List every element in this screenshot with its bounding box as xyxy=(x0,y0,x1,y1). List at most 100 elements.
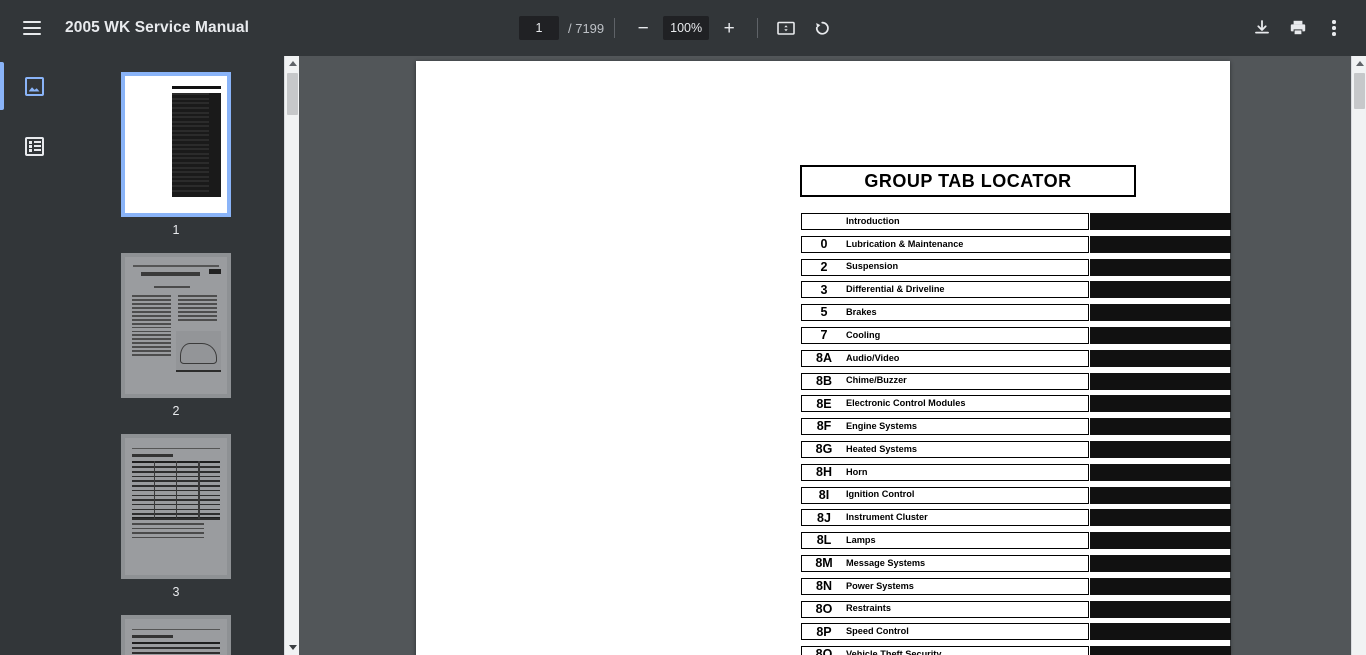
thumbnail-page-1[interactable]: 1 xyxy=(68,72,284,237)
print-button[interactable] xyxy=(1280,10,1316,46)
group-tab-code: 3 xyxy=(820,282,828,297)
group-tab-marker xyxy=(1090,486,1231,504)
group-tab-marker xyxy=(1090,463,1231,481)
group-tab-row[interactable]: 8L Lamps xyxy=(801,532,1231,550)
group-tab-row[interactable]: 8F Engine Systems xyxy=(801,418,1231,436)
scroll-up-arrow-icon xyxy=(288,61,297,66)
group-tab-box: 8I Ignition Control xyxy=(801,486,1089,504)
scroll-up-arrow-icon xyxy=(1355,61,1364,66)
zoom-level-display[interactable]: 100% xyxy=(663,16,710,40)
group-tab-marker xyxy=(1090,600,1231,618)
group-tab-label: Differential & Driveline xyxy=(846,284,945,295)
thumbnail-scroll-up-button[interactable] xyxy=(285,56,300,71)
thumbnail-page-3[interactable]: 3 xyxy=(68,434,284,599)
rotate-clockwise-icon xyxy=(816,21,829,35)
group-tab-row[interactable]: 8J Instrument Cluster xyxy=(801,509,1231,527)
group-tab-label: Ignition Control xyxy=(846,489,915,500)
group-tab-row[interactable]: 8A Audio/Video xyxy=(801,349,1231,367)
group-tab-row[interactable]: 7 Cooling xyxy=(801,326,1231,344)
group-tab-box: 3 Differential & Driveline xyxy=(801,281,1089,299)
group-tab-box: 2 Suspension xyxy=(801,258,1089,276)
group-tab-label: Speed Control xyxy=(846,626,909,637)
plus-icon: + xyxy=(723,17,735,39)
thumbnail-panel[interactable]: 1 2 3 xyxy=(68,56,284,655)
thumbnail-page-4[interactable] xyxy=(68,615,284,655)
document-title: 2005 WK Service Manual xyxy=(65,19,249,36)
zoom-out-button[interactable]: − xyxy=(625,10,661,46)
group-tab-code: 8O xyxy=(815,601,833,616)
thumbnail-page-label: 1 xyxy=(172,223,180,237)
group-tab-label: Horn xyxy=(846,466,868,477)
page-number-input[interactable] xyxy=(519,16,559,40)
fit-to-page-button[interactable] xyxy=(768,10,804,46)
main-scrollbar-thumb[interactable] xyxy=(1354,73,1365,109)
minus-icon: − xyxy=(637,17,649,39)
group-tab-label: Lubrication & Maintenance xyxy=(846,238,964,249)
group-tab-marker xyxy=(1090,577,1231,595)
pdf-page-1: GROUP TAB LOCATOR Introduction 0 Lubricati… xyxy=(416,61,1231,655)
group-tab-row[interactable]: 0 Lubrication & Maintenance xyxy=(801,235,1231,253)
download-button[interactable] xyxy=(1244,10,1280,46)
zoom-in-button[interactable]: + xyxy=(711,10,747,46)
group-tab-code: 5 xyxy=(820,305,828,320)
group-tab-code: 8H xyxy=(816,465,832,480)
group-tab-label: Suspension xyxy=(846,261,899,272)
group-tab-row[interactable]: 5 Brakes xyxy=(801,304,1231,322)
group-tab-code: 8P xyxy=(816,624,832,639)
active-indicator-bar xyxy=(0,122,4,170)
group-tab-row[interactable]: 8G Heated Systems xyxy=(801,440,1231,458)
group-tab-marker xyxy=(1090,258,1231,276)
hamburger-menu-button[interactable] xyxy=(14,10,50,46)
group-tab-marker xyxy=(1090,235,1231,253)
thumbnail-page-2[interactable]: 2 xyxy=(68,253,284,418)
group-tab-label: Cooling xyxy=(846,329,881,340)
more-options-button[interactable] xyxy=(1316,10,1352,46)
group-tab-row[interactable]: 8M Message Systems xyxy=(801,554,1231,572)
group-tab-code: 8M xyxy=(815,556,833,571)
group-tab-row[interactable]: 8P Speed Control xyxy=(801,623,1231,641)
group-tab-row[interactable]: 8E Electronic Control Modules xyxy=(801,395,1231,413)
group-tab-marker xyxy=(1090,418,1231,436)
thumbnail-image xyxy=(121,72,231,217)
group-tab-marker xyxy=(1090,395,1231,413)
group-tab-row[interactable]: 8B Chime/Buzzer xyxy=(801,372,1231,390)
pdf-viewer-area[interactable]: GROUP TAB LOCATOR Introduction 0 Lubricati… xyxy=(300,56,1351,655)
group-tab-marker xyxy=(1090,326,1231,344)
group-tab-row[interactable]: 8I Ignition Control xyxy=(801,486,1231,504)
group-tab-label: Chime/Buzzer xyxy=(846,375,907,386)
group-tab-marker xyxy=(1090,213,1231,230)
group-tab-marker xyxy=(1090,304,1231,322)
thumbnail-scrollbar[interactable] xyxy=(284,56,299,655)
group-tab-row[interactable]: 8O Restraints xyxy=(801,600,1231,618)
group-tab-row[interactable]: Introduction xyxy=(801,213,1231,230)
group-tab-box: 8M Message Systems xyxy=(801,554,1089,572)
group-tab-box: 8H Horn xyxy=(801,463,1089,481)
group-tab-box: 8L Lamps xyxy=(801,532,1089,550)
sidebar-icon-rail xyxy=(0,56,68,655)
sidebar-item-thumbnails[interactable] xyxy=(0,56,68,116)
group-tab-row[interactable]: 8N Power Systems xyxy=(801,577,1231,595)
sidebar-item-outline[interactable] xyxy=(0,116,68,176)
group-tab-box: 5 Brakes xyxy=(801,304,1089,322)
group-tab-box: 8E Electronic Control Modules xyxy=(801,395,1089,413)
group-tab-code: 8B xyxy=(816,373,832,388)
toolbar-center-group: / 7199 − 100% + xyxy=(519,0,840,56)
main-scrollbar[interactable] xyxy=(1351,56,1366,655)
group-tab-label: Engine Systems xyxy=(846,421,917,432)
scroll-down-arrow-icon xyxy=(288,645,297,650)
thumbnail-scrollbar-thumb[interactable] xyxy=(287,73,298,115)
group-tab-row[interactable]: 2 Suspension xyxy=(801,258,1231,276)
group-tab-code: 8Q xyxy=(815,647,833,655)
group-tab-box: 8J Instrument Cluster xyxy=(801,509,1089,527)
page-count-label: / 7199 xyxy=(568,20,605,36)
thumbnail-scroll-down-button[interactable] xyxy=(285,640,300,655)
group-tab-row[interactable]: 8Q Vehicle Theft Security xyxy=(801,646,1231,655)
rotate-button[interactable] xyxy=(804,10,840,46)
more-options-icon xyxy=(1332,18,1336,39)
thumbnail-image xyxy=(121,615,231,655)
download-icon xyxy=(1255,20,1269,34)
group-tab-row[interactable]: 3 Differential & Driveline xyxy=(801,281,1231,299)
main-scroll-up-button[interactable] xyxy=(1352,56,1366,71)
group-tab-row[interactable]: 8H Horn xyxy=(801,463,1231,481)
toolbar-divider xyxy=(614,18,616,38)
